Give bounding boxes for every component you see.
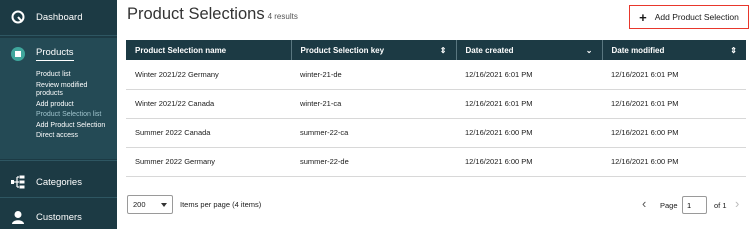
page-number-input[interactable]: [682, 196, 707, 214]
sort-icon[interactable]: ⇕: [440, 46, 447, 55]
cell-key: winter-21-de: [291, 60, 456, 90]
add-product-selection-button[interactable]: + Add Product Selection: [629, 5, 749, 29]
items-per-page-select[interactable]: 200: [127, 195, 173, 214]
results-count: 4 results: [267, 12, 298, 21]
divider: [0, 35, 117, 36]
sort-icon[interactable]: ⇕: [730, 46, 737, 55]
cell-date-created: 12/16/2021 6:01 PM: [456, 60, 602, 90]
product-selections-table: Product Selection name Product Selection…: [126, 40, 746, 177]
table-header-row: Product Selection name Product Selection…: [126, 40, 746, 60]
caret-down-icon: [161, 202, 167, 207]
chevron-right-icon[interactable]: ›: [735, 197, 739, 210]
nav-products-label: Products: [36, 47, 74, 61]
items-per-page-value: 200: [133, 200, 146, 209]
nav-customers-label: Customers: [36, 211, 82, 223]
column-header-name[interactable]: Product Selection name: [126, 40, 292, 60]
products-icon: [10, 46, 26, 62]
cell-name: Winter 2021/22 Canada: [126, 89, 291, 119]
cell-date-modified: 12/16/2021 6:01 PM: [602, 60, 746, 90]
subnav-review-modified-products[interactable]: Review modified products: [36, 81, 112, 100]
subnav-product-selection-list[interactable]: Product Selection list: [36, 110, 112, 121]
cell-date-created: 12/16/2021 6:00 PM: [456, 118, 602, 148]
table-row[interactable]: Summer 2022 Canada summer-22-ca 12/16/20…: [126, 118, 746, 148]
page-total-label: of 1: [714, 201, 727, 210]
column-header-key[interactable]: Product Selection key ⇕: [291, 40, 457, 60]
products-subnav: Product list Review modified products Ad…: [0, 70, 117, 142]
dashboard-icon: [10, 9, 26, 25]
nav-dashboard-label: Dashboard: [36, 11, 83, 23]
cell-name: Winter 2021/22 Germany: [126, 60, 291, 90]
nav-customers[interactable]: Customers: [0, 200, 117, 234]
table-row[interactable]: Winter 2021/22 Germany winter-21-de 12/1…: [126, 60, 746, 90]
cell-key: summer-22-de: [291, 147, 456, 177]
plus-icon: +: [639, 9, 647, 25]
page-title-text: Product Selections: [127, 5, 265, 23]
subnav-product-list[interactable]: Product list: [36, 70, 112, 81]
chevron-down-icon[interactable]: ⌄: [586, 46, 593, 55]
cell-date-modified: 12/16/2021 6:00 PM: [602, 118, 746, 148]
table-row[interactable]: Winter 2021/22 Canada winter-21-ca 12/16…: [126, 89, 746, 119]
sidebar: Dashboard Products Product list Review m…: [0, 0, 117, 229]
nav-categories[interactable]: Categories: [0, 165, 117, 199]
nav-products[interactable]: Products Product list Review modified pr…: [0, 38, 117, 159]
categories-icon: [10, 174, 26, 190]
cell-date-modified: 12/16/2021 6:00 PM: [602, 147, 746, 177]
cell-date-created: 12/16/2021 6:01 PM: [456, 89, 602, 119]
cell-key: winter-21-ca: [291, 89, 456, 119]
column-header-date-modified[interactable]: Date modified ⇕: [602, 40, 746, 60]
table-row[interactable]: Summer 2022 Germany summer-22-de 12/16/2…: [126, 147, 746, 177]
subnav-direct-access[interactable]: Direct access: [36, 131, 112, 142]
cell-key: summer-22-ca: [291, 118, 456, 148]
items-per-page-label: Items per page (4 items): [180, 200, 262, 209]
add-button-label: Add Product Selection: [654, 12, 739, 22]
cell-date-modified: 12/16/2021 6:01 PM: [602, 89, 746, 119]
cell-name: Summer 2022 Canada: [126, 118, 291, 148]
nav-categories-label: Categories: [36, 176, 82, 188]
page-title: Product Selections 4 results: [127, 5, 298, 24]
cell-name: Summer 2022 Germany: [126, 147, 291, 177]
subnav-add-product-selection[interactable]: Add Product Selection: [36, 121, 112, 132]
nav-dashboard[interactable]: Dashboard: [0, 0, 117, 34]
page-label: Page: [660, 201, 678, 210]
subnav-add-product[interactable]: Add product: [36, 100, 112, 111]
chevron-left-icon[interactable]: ‹: [642, 197, 646, 210]
divider: [0, 197, 117, 198]
divider: [0, 160, 117, 161]
column-header-date-created[interactable]: Date created ⌄: [456, 40, 603, 60]
cell-date-created: 12/16/2021 6:00 PM: [456, 147, 602, 177]
customers-icon: [10, 209, 26, 225]
